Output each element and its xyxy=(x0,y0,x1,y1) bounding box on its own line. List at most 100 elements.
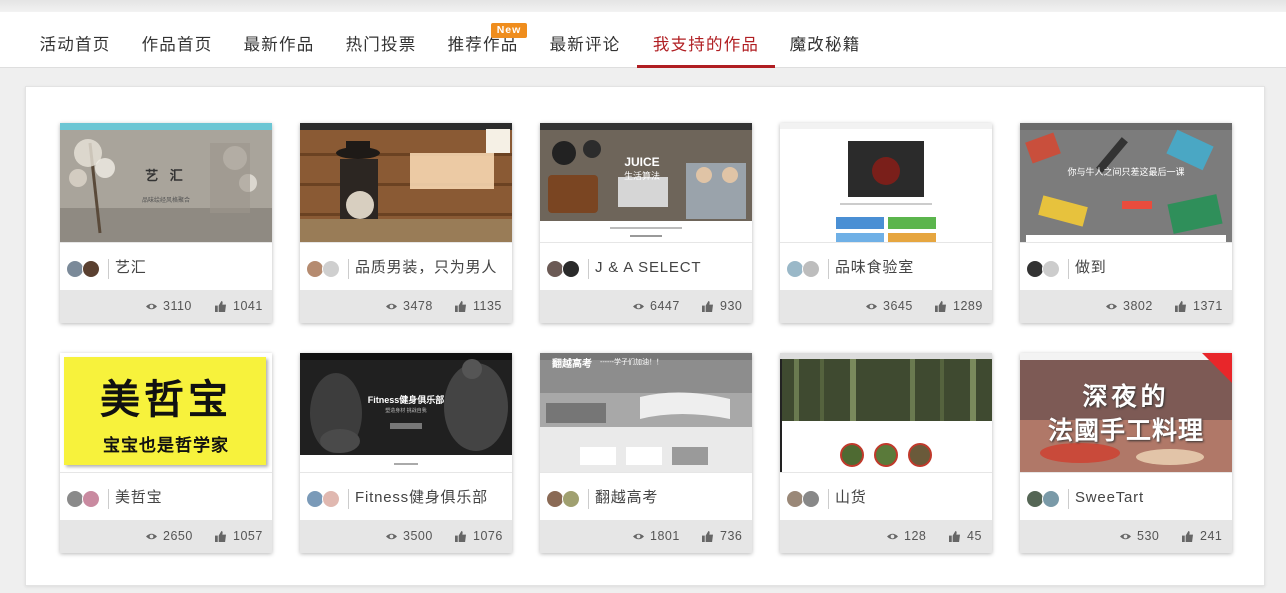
thumbs-up-icon[interactable] xyxy=(935,301,946,312)
thumbs-up-icon[interactable] xyxy=(1175,301,1186,312)
nav-item-hot-votes[interactable]: 热门投票 xyxy=(333,12,429,68)
work-stats: 530 241 xyxy=(1020,520,1232,553)
eye-icon xyxy=(386,533,397,540)
view-count: 3500 xyxy=(403,529,433,543)
thumbs-up-icon[interactable] xyxy=(949,531,960,542)
work-card[interactable]: 品味食验室 3645 1289 xyxy=(780,123,992,323)
work-stats: 3478 1135 xyxy=(300,290,512,323)
thumbs-up-icon[interactable] xyxy=(215,301,226,312)
work-thumbnail[interactable] xyxy=(300,123,512,242)
work-card[interactable]: Fitness健身俱乐部 塑造身材 挑战自我 Fitness健身俱乐部 3500… xyxy=(300,353,512,553)
divider xyxy=(1068,259,1069,279)
avatar[interactable] xyxy=(322,260,340,278)
nav-item-works-home[interactable]: 作品首页 xyxy=(129,12,225,68)
eye-icon xyxy=(633,303,644,310)
top-strip xyxy=(0,0,1286,12)
thumb-title: Fitness健身俱乐部 xyxy=(367,395,445,405)
like-count: 241 xyxy=(1200,529,1223,543)
avatar[interactable] xyxy=(82,490,100,508)
work-title[interactable]: J & A SELECT xyxy=(595,256,750,280)
stationery-art xyxy=(1020,123,1232,242)
work-title[interactable]: 山货 xyxy=(835,486,990,510)
thumbs-up-icon[interactable] xyxy=(1182,531,1193,542)
view-count: 3802 xyxy=(1123,299,1153,313)
work-thumbnail[interactable] xyxy=(780,123,992,242)
work-card[interactable]: 艺 汇 品味绘经风格聚合 艺汇 3110 1041 xyxy=(60,123,272,323)
thumb-title: 深夜的 xyxy=(1082,383,1170,411)
nav-item-mod-tips[interactable]: 魔改秘籍 xyxy=(777,12,873,68)
thumb-title: 你与牛人之间只差这最后一课 xyxy=(1067,167,1185,177)
work-card[interactable]: 山货 128 45 xyxy=(780,353,992,553)
work-card[interactable]: 品质男装，只为男人 3478 1135 xyxy=(300,123,512,323)
view-count: 3478 xyxy=(403,299,433,313)
view-count: 2650 xyxy=(163,529,193,543)
thumb-subtitle: 法國手工料理 xyxy=(1047,417,1204,445)
work-thumbnail[interactable]: JUICE 生活算法 xyxy=(540,123,752,242)
thumb-subtitle: 品味绘经风格聚合 xyxy=(141,198,190,204)
divider xyxy=(828,259,829,279)
avatar[interactable] xyxy=(1042,490,1060,508)
work-stats: 128 45 xyxy=(780,520,992,553)
work-info: 山货 xyxy=(780,472,992,520)
like-count: 1076 xyxy=(473,529,503,543)
work-card[interactable]: 深夜的 法國手工料理 SweeTart 530 241 xyxy=(1020,353,1232,553)
nav-bar: 活动首页 作品首页 最新作品 热门投票 推荐作品 New 最新评论 我支持的作品… xyxy=(0,12,1286,68)
like-count: 1289 xyxy=(953,299,983,313)
work-thumbnail[interactable]: 艺 汇 品味绘经风格聚合 xyxy=(60,123,272,242)
work-title[interactable]: 翻越高考 xyxy=(595,486,750,510)
thumbs-up-icon[interactable] xyxy=(702,531,713,542)
thumb-subtitle: ------学子们加油！！ xyxy=(600,359,663,366)
divider xyxy=(348,259,349,279)
thumb-subtitle: 宝宝也是哲学家 xyxy=(103,436,229,455)
work-stats: 3645 1289 xyxy=(780,290,992,323)
view-count: 6447 xyxy=(650,299,680,313)
work-info: 美哲宝 xyxy=(60,472,272,520)
avatar[interactable] xyxy=(82,260,100,278)
nav-item-latest-works[interactable]: 最新作品 xyxy=(231,12,327,68)
work-thumbnail[interactable] xyxy=(780,353,992,472)
thumbs-up-icon[interactable] xyxy=(455,531,466,542)
work-card[interactable]: 翻越高考 ------学子们加油！！ 翻越高考 1801 736 xyxy=(540,353,752,553)
work-title[interactable]: 品质男装，只为男人 xyxy=(355,256,510,280)
work-card[interactable]: 美哲宝 宝宝也是哲学家 美哲宝 2650 1057 xyxy=(60,353,272,553)
avatar[interactable] xyxy=(1042,260,1060,278)
eye-icon xyxy=(1120,533,1131,540)
banjo-player-art xyxy=(300,129,512,242)
nav-item-my-supported[interactable]: 我支持的作品 xyxy=(637,12,775,68)
divider xyxy=(1068,489,1069,509)
work-thumbnail[interactable]: 深夜的 法國手工料理 xyxy=(1020,353,1232,472)
work-thumbnail[interactable]: Fitness健身俱乐部 塑造身材 挑战自我 xyxy=(300,353,512,472)
work-card[interactable]: JUICE 生活算法 J & A SELECT 6447 930 xyxy=(540,123,752,323)
work-title[interactable]: 美哲宝 xyxy=(115,486,270,510)
eye-icon xyxy=(386,303,397,310)
nav-item-recommended[interactable]: 推荐作品 xyxy=(435,12,531,68)
work-card[interactable]: 你与牛人之间只差这最后一课 做到 3802 1371 xyxy=(1020,123,1232,323)
work-title[interactable]: SweeTart xyxy=(1075,486,1230,510)
work-thumbnail[interactable]: 美哲宝 宝宝也是哲学家 xyxy=(60,353,272,472)
like-count: 1041 xyxy=(233,299,263,313)
thumbs-up-icon[interactable] xyxy=(215,531,226,542)
like-count: 930 xyxy=(720,299,743,313)
work-thumbnail[interactable]: 翻越高考 ------学子们加油！！ xyxy=(540,353,752,472)
divider xyxy=(828,489,829,509)
work-thumbnail[interactable]: 你与牛人之间只差这最后一课 xyxy=(1020,123,1232,242)
work-title[interactable]: 做到 xyxy=(1075,256,1230,280)
divider xyxy=(588,489,589,509)
work-title[interactable]: 品味食验室 xyxy=(835,256,990,280)
view-count: 3110 xyxy=(163,299,192,313)
avatar[interactable] xyxy=(802,260,820,278)
nav-item-activity-home[interactable]: 活动首页 xyxy=(27,12,123,68)
avatar[interactable] xyxy=(562,260,580,278)
avatar[interactable] xyxy=(802,490,820,508)
food-lab-art xyxy=(780,123,992,242)
avatar[interactable] xyxy=(562,490,580,508)
view-count: 530 xyxy=(1137,529,1160,543)
nav-item-latest-comments[interactable]: 最新评论 xyxy=(537,12,633,68)
work-title[interactable]: Fitness健身俱乐部 xyxy=(355,486,510,510)
thumbs-up-icon[interactable] xyxy=(455,301,466,312)
work-title[interactable]: 艺汇 xyxy=(115,256,270,280)
divider xyxy=(588,259,589,279)
thumbs-up-icon[interactable] xyxy=(702,301,713,312)
avatar[interactable] xyxy=(322,490,340,508)
bamboo-art xyxy=(780,353,992,472)
